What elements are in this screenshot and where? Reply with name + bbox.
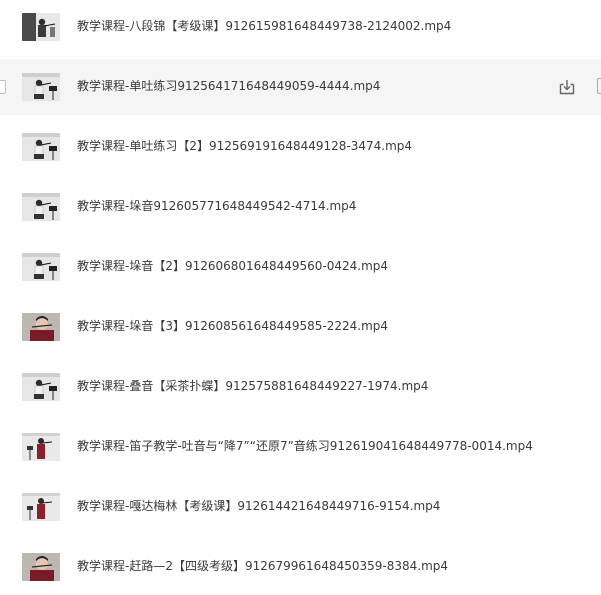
file-row[interactable]: 教学课程-垛音【2】912606801648449560-0424.mp4 xyxy=(0,239,601,295)
file-name[interactable]: 教学课程-叠音【采茶扑蝶】912575881648449227-1974.mp4 xyxy=(77,378,428,394)
file-row[interactable]: 教学课程-赶路—2【四级考级】912679961648450359-8384.m… xyxy=(0,539,601,595)
file-list: 教学课程-八段锦【考级课】912615981648449738-2124002.… xyxy=(0,0,601,591)
video-thumbnail[interactable] xyxy=(22,373,60,401)
video-thumbnail[interactable] xyxy=(22,493,60,521)
file-name[interactable]: 教学课程-笛子教学-吐音与“降7”“还原7”音练习912619041648449… xyxy=(77,438,533,454)
file-name[interactable]: 教学课程-垛音【2】912606801648449560-0424.mp4 xyxy=(77,258,388,274)
file-name[interactable]: 教学课程-垛音912605771648449542-4714.mp4 xyxy=(77,198,356,214)
file-name[interactable]: 教学课程-嘎达梅林【考级课】912614421648449716-9154.mp… xyxy=(77,498,440,514)
file-row[interactable]: 教学课程-垛音【3】912608561648449585-2224.mp4 xyxy=(0,299,601,355)
video-thumbnail[interactable] xyxy=(22,253,60,281)
file-name[interactable]: 教学课程-垛音【3】912608561648449585-2224.mp4 xyxy=(77,318,388,334)
video-thumbnail[interactable] xyxy=(22,193,60,221)
file-name[interactable]: 教学课程-八段锦【考级课】912615981648449738-2124002.… xyxy=(77,18,451,34)
more-icon[interactable] xyxy=(597,78,601,94)
file-row[interactable]: 教学课程-笛子教学-吐音与“降7”“还原7”音练习912619041648449… xyxy=(0,419,601,475)
file-name[interactable]: 教学课程-单吐练习912564171648449059-4444.mp4 xyxy=(77,78,380,94)
video-thumbnail[interactable] xyxy=(22,13,60,41)
video-thumbnail[interactable] xyxy=(22,553,60,581)
file-row[interactable]: 教学课程-嘎达梅林【考级课】912614421648449716-9154.mp… xyxy=(0,479,601,535)
file-name[interactable]: 教学课程-赶路—2【四级考级】912679961648450359-8384.m… xyxy=(77,558,448,574)
select-checkbox[interactable] xyxy=(0,80,6,94)
video-thumbnail[interactable] xyxy=(22,433,60,461)
download-icon[interactable] xyxy=(557,77,577,97)
video-thumbnail[interactable] xyxy=(22,73,60,101)
file-row[interactable]: 教学课程-叠音【采茶扑蝶】912575881648449227-1974.mp4 xyxy=(0,359,601,415)
file-row[interactable]: 教学课程-八段锦【考级课】912615981648449738-2124002.… xyxy=(0,0,601,55)
file-row[interactable]: 教学课程-单吐练习【2】912569191648449128-3474.mp4 xyxy=(0,119,601,175)
file-row[interactable]: 教学课程-垛音912605771648449542-4714.mp4 xyxy=(0,179,601,235)
file-row[interactable]: 教学课程-单吐练习912564171648449059-4444.mp4 xyxy=(0,59,601,115)
file-name[interactable]: 教学课程-单吐练习【2】912569191648449128-3474.mp4 xyxy=(77,138,412,154)
video-thumbnail[interactable] xyxy=(22,133,60,161)
video-thumbnail[interactable] xyxy=(22,313,60,341)
